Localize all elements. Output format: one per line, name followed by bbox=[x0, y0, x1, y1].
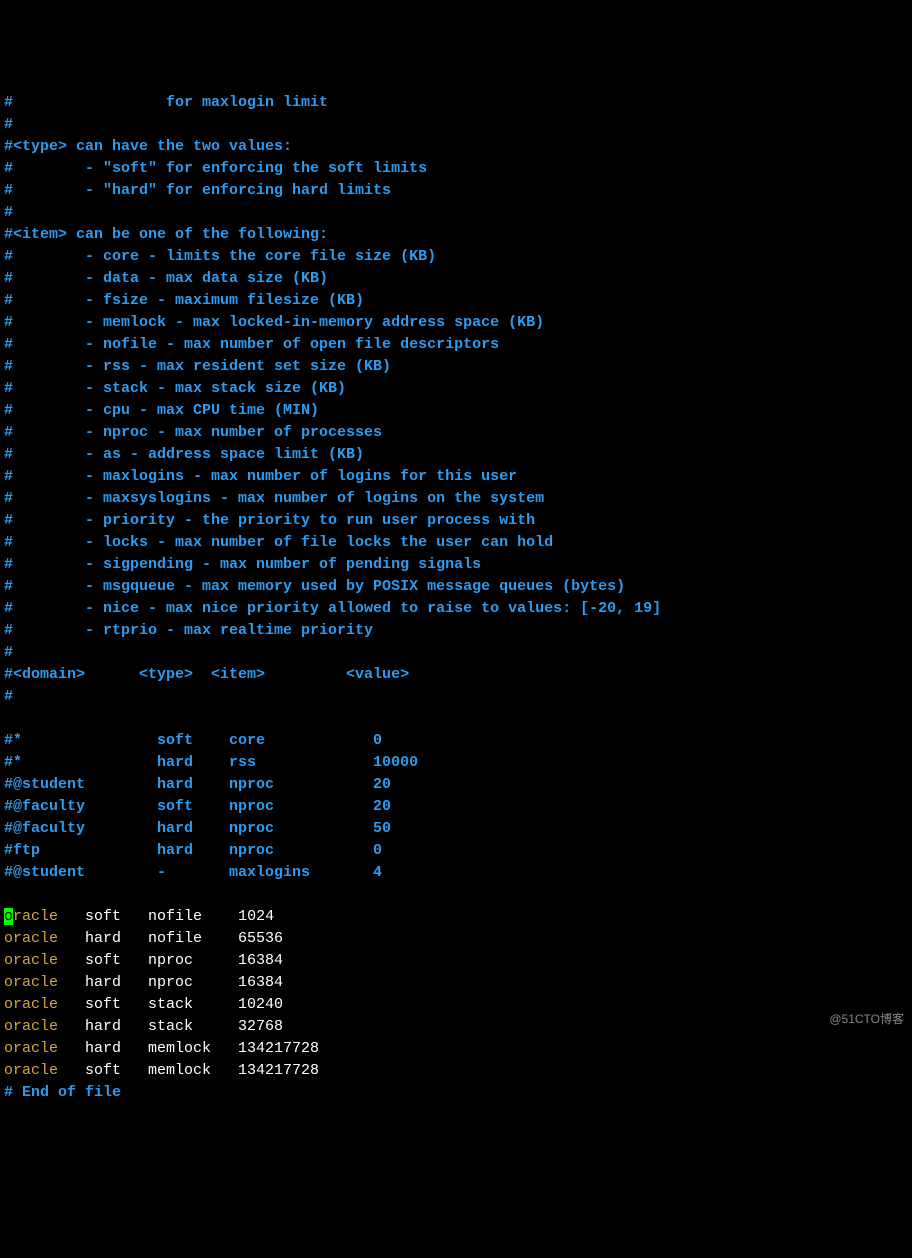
comment-line: # bbox=[4, 114, 908, 136]
comment-line: # bbox=[4, 202, 908, 224]
limits-entry: oracle soft memlock 134217728 bbox=[4, 1060, 908, 1082]
example-line: #@student - maxlogins 4 bbox=[4, 862, 908, 884]
cursor: o bbox=[4, 908, 13, 925]
watermark: @51CTO博客 bbox=[829, 1008, 904, 1030]
limits-value: 134217728 bbox=[238, 1062, 319, 1079]
comment-line: # - rss - max resident set size (KB) bbox=[4, 356, 908, 378]
example-line: #* soft core 0 bbox=[4, 730, 908, 752]
comment-line: # - locks - max number of file locks the… bbox=[4, 532, 908, 554]
limits-entry: oracle soft nproc 16384 bbox=[4, 950, 908, 972]
limits-item: nofile bbox=[148, 908, 238, 925]
limits-entry: oracle hard stack 32768 bbox=[4, 1016, 908, 1038]
end-of-file: # End of file bbox=[4, 1082, 908, 1104]
terminal-view[interactable]: # for maxlogin limit##<type> can have th… bbox=[4, 92, 908, 1104]
limits-type: hard bbox=[85, 1018, 148, 1035]
limits-item: nproc bbox=[148, 952, 238, 969]
limits-entry: oracle hard nproc 16384 bbox=[4, 972, 908, 994]
example-line: #@faculty hard nproc 50 bbox=[4, 818, 908, 840]
limits-domain: oracle bbox=[4, 1062, 85, 1079]
limits-value: 1024 bbox=[238, 908, 274, 925]
limits-item: memlock bbox=[148, 1062, 238, 1079]
comment-line: # - nice - max nice priority allowed to … bbox=[4, 598, 908, 620]
limits-entry: oracle soft nofile 1024 bbox=[4, 906, 908, 928]
comment-line: # - maxlogins - max number of logins for… bbox=[4, 466, 908, 488]
limits-item: nofile bbox=[148, 930, 238, 947]
limits-type: soft bbox=[85, 996, 148, 1013]
comment-line: #<type> can have the two values: bbox=[4, 136, 908, 158]
comment-line: # - "hard" for enforcing hard limits bbox=[4, 180, 908, 202]
comment-line: # - as - address space limit (KB) bbox=[4, 444, 908, 466]
limits-entry: oracle hard memlock 134217728 bbox=[4, 1038, 908, 1060]
comment-line: # bbox=[4, 642, 908, 664]
comment-line: # - core - limits the core file size (KB… bbox=[4, 246, 908, 268]
limits-type: soft bbox=[85, 952, 148, 969]
example-line: #* hard rss 10000 bbox=[4, 752, 908, 774]
limits-type: soft bbox=[85, 1062, 148, 1079]
comment-line: #<item> can be one of the following: bbox=[4, 224, 908, 246]
limits-item: stack bbox=[148, 1018, 238, 1035]
example-line: #@student hard nproc 20 bbox=[4, 774, 908, 796]
comment-line: # - priority - the priority to run user … bbox=[4, 510, 908, 532]
limits-value: 65536 bbox=[238, 930, 283, 947]
limits-entry: oracle hard nofile 65536 bbox=[4, 928, 908, 950]
limits-domain: oracle bbox=[4, 996, 85, 1013]
limits-item: nproc bbox=[148, 974, 238, 991]
limits-item: memlock bbox=[148, 1040, 238, 1057]
comment-line: # - maxsyslogins - max number of logins … bbox=[4, 488, 908, 510]
blank-line bbox=[4, 884, 908, 906]
comment-line: # - memlock - max locked-in-memory addre… bbox=[4, 312, 908, 334]
comment-line: # - nproc - max number of processes bbox=[4, 422, 908, 444]
limits-type: hard bbox=[85, 1040, 148, 1057]
limits-domain: oracle bbox=[4, 1018, 85, 1035]
limits-value: 16384 bbox=[238, 974, 283, 991]
limits-domain: oracle bbox=[4, 974, 85, 991]
limits-domain: oracle bbox=[4, 1040, 85, 1057]
comment-line: # bbox=[4, 686, 908, 708]
limits-domain: oracle bbox=[4, 930, 85, 947]
comment-line: #<domain> <type> <item> <value> bbox=[4, 664, 908, 686]
comment-line: # - cpu - max CPU time (MIN) bbox=[4, 400, 908, 422]
limits-domain: racle bbox=[13, 908, 85, 925]
comment-line: # - sigpending - max number of pending s… bbox=[4, 554, 908, 576]
example-line: #@faculty soft nproc 20 bbox=[4, 796, 908, 818]
blank-line bbox=[4, 708, 908, 730]
limits-item: stack bbox=[148, 996, 238, 1013]
limits-entry: oracle soft stack 10240 bbox=[4, 994, 908, 1016]
comment-line: # - msgqueue - max memory used by POSIX … bbox=[4, 576, 908, 598]
limits-value: 10240 bbox=[238, 996, 283, 1013]
limits-domain: oracle bbox=[4, 952, 85, 969]
comment-line: # - "soft" for enforcing the soft limits bbox=[4, 158, 908, 180]
limits-type: hard bbox=[85, 974, 148, 991]
limits-type: soft bbox=[85, 908, 148, 925]
comment-line: # - fsize - maximum filesize (KB) bbox=[4, 290, 908, 312]
comment-line: # - stack - max stack size (KB) bbox=[4, 378, 908, 400]
limits-value: 134217728 bbox=[238, 1040, 319, 1057]
comment-line: # - data - max data size (KB) bbox=[4, 268, 908, 290]
comment-line: # - nofile - max number of open file des… bbox=[4, 334, 908, 356]
comment-line: # for maxlogin limit bbox=[4, 92, 908, 114]
limits-value: 16384 bbox=[238, 952, 283, 969]
limits-type: hard bbox=[85, 930, 148, 947]
limits-value: 32768 bbox=[238, 1018, 283, 1035]
example-line: #ftp hard nproc 0 bbox=[4, 840, 908, 862]
comment-line: # - rtprio - max realtime priority bbox=[4, 620, 908, 642]
